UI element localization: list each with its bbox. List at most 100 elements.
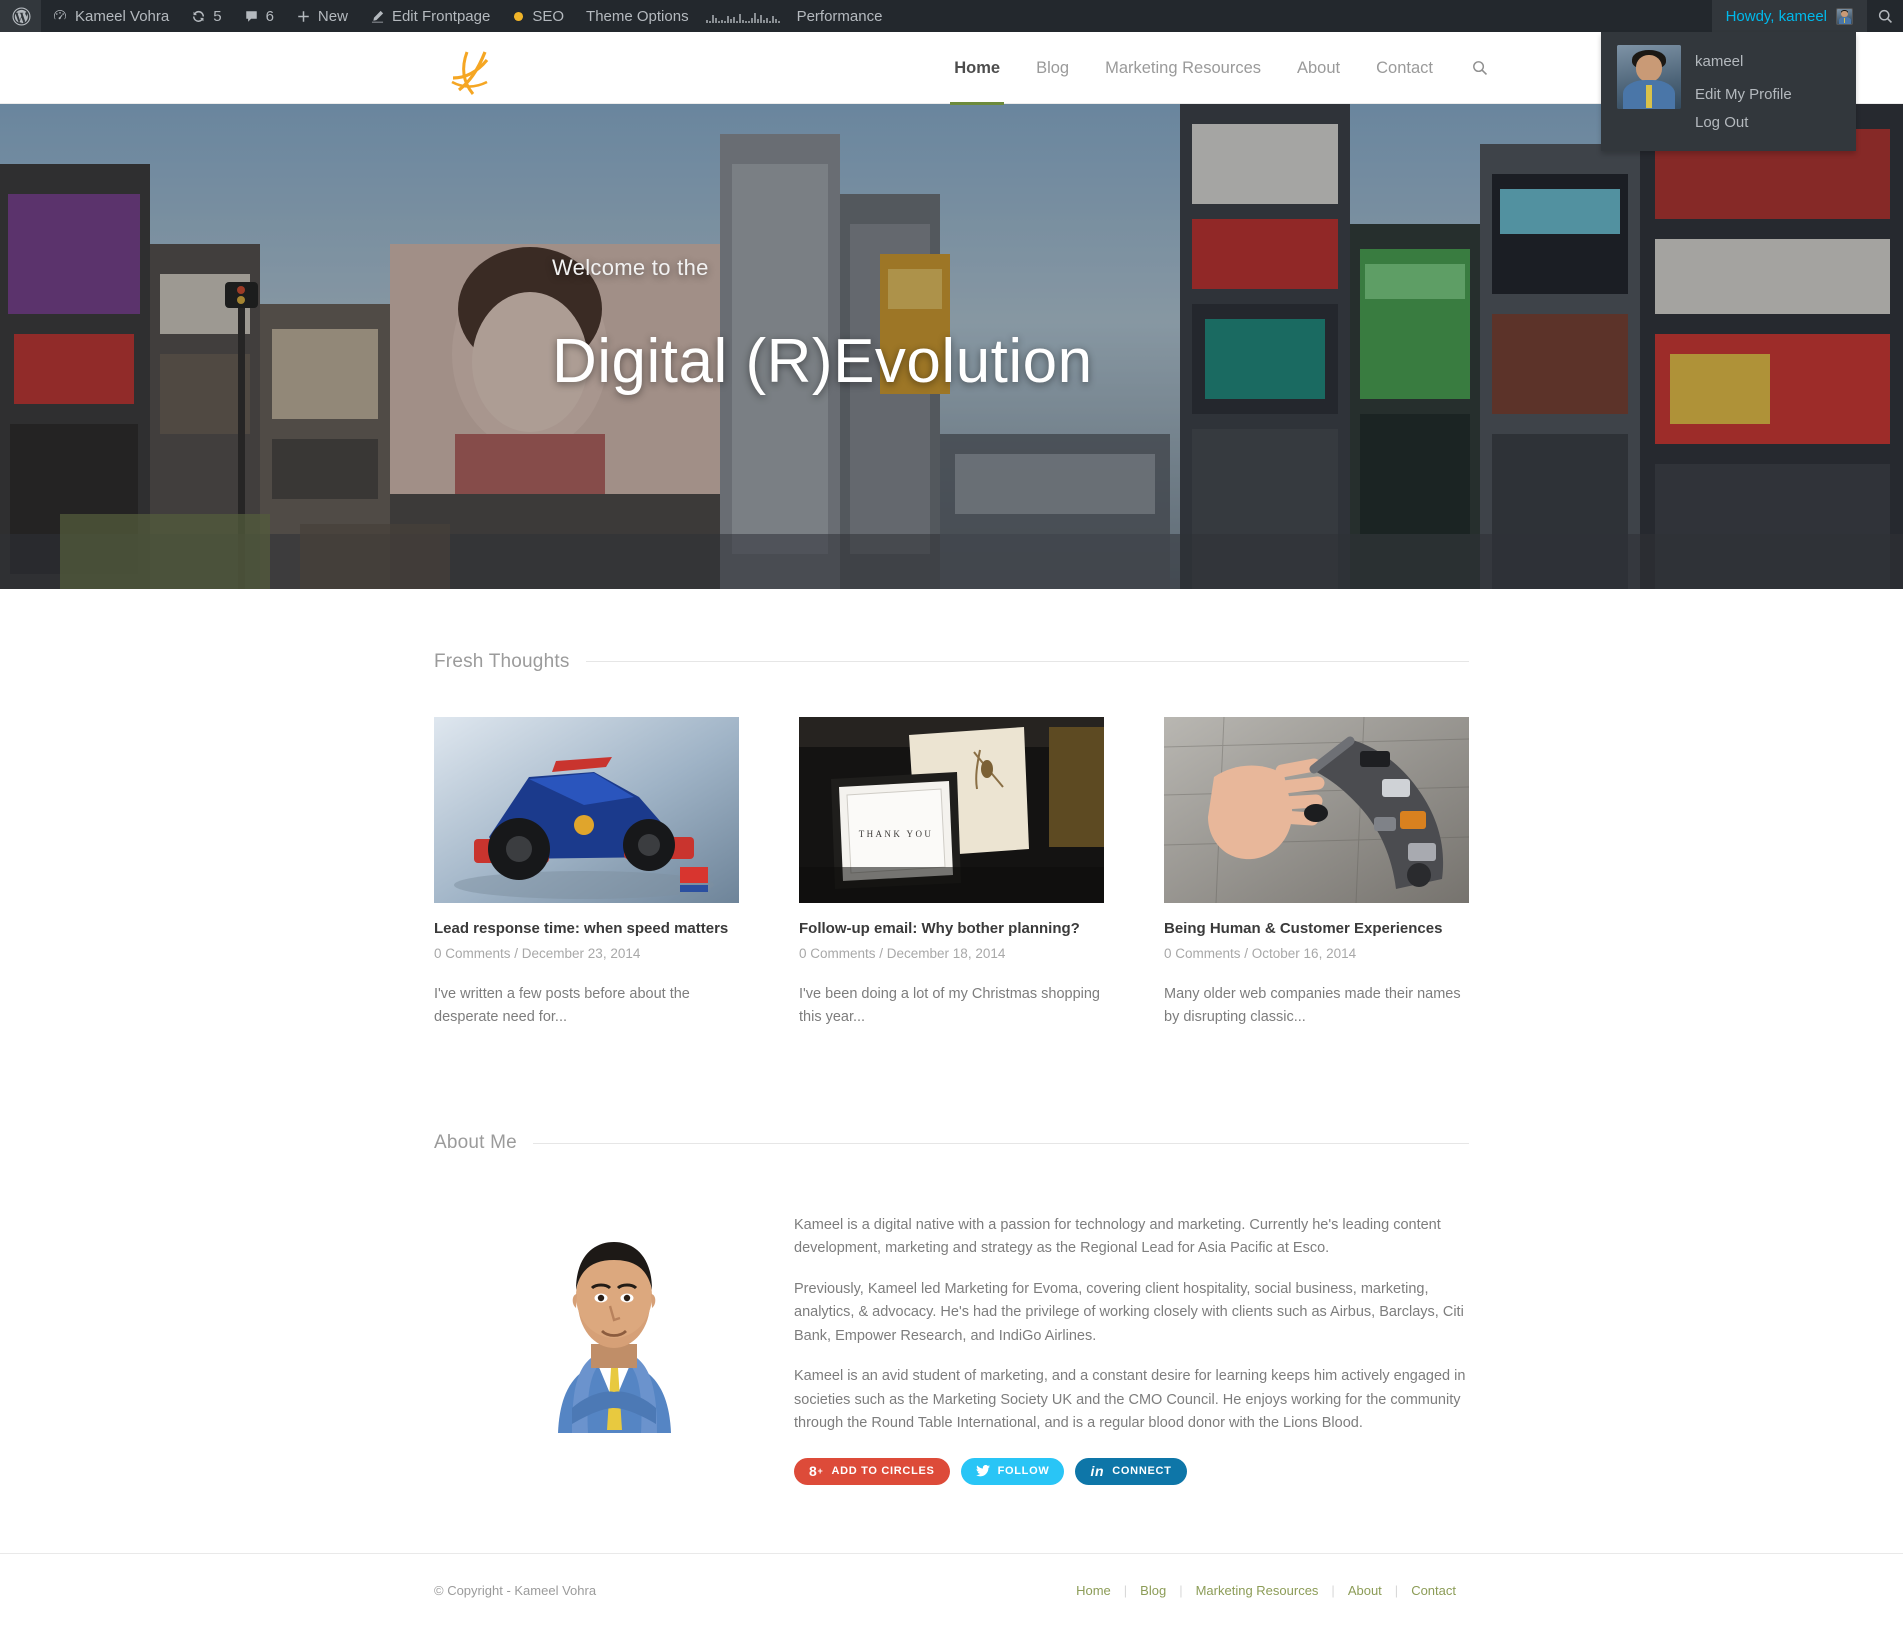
- google-plus-icon: 8 +: [809, 1463, 824, 1480]
- admin-search-button[interactable]: [1867, 0, 1903, 32]
- twitter-follow-button[interactable]: FOLLOW: [960, 1457, 1065, 1485]
- admin-bar-right-group: Howdy, kameel: [1711, 0, 1903, 32]
- post-grid: Lead response time: when speed matters 0…: [434, 716, 1469, 1045]
- comments-menu[interactable]: 6: [233, 0, 285, 32]
- footer-nav-item-blog[interactable]: Blog: [1127, 1583, 1179, 1598]
- log-out-link[interactable]: Log Out: [1695, 109, 1792, 137]
- about-me-heading: About Me: [434, 1116, 1469, 1170]
- about-me-section: About Me Kameel is a digital native with…: [434, 1116, 1469, 1485]
- linkedin-icon: in: [1090, 1463, 1105, 1480]
- fresh-thoughts-section: Fresh Thoughts Lead response time: when …: [434, 635, 1469, 1485]
- primary-navigation: Home Blog Marketing Resources About Cont…: [936, 32, 1503, 105]
- footer-navigation: Home | Blog | Marketing Resources | Abou…: [1063, 1583, 1469, 1598]
- post-thumbnail-human-robot-hands[interactable]: [1164, 716, 1469, 903]
- account-username[interactable]: kameel: [1695, 48, 1792, 76]
- site-name-menu[interactable]: Kameel Vohra: [41, 0, 180, 32]
- nav-item-blog[interactable]: Blog: [1018, 32, 1087, 104]
- fresh-thoughts-heading: Fresh Thoughts: [434, 635, 1469, 689]
- seo-menu[interactable]: SEO: [501, 0, 575, 32]
- google-plus-add-to-circles-button[interactable]: 8 + ADD TO CIRCLES: [794, 1457, 950, 1485]
- post-excerpt: Many older web companies made their name…: [1164, 985, 1461, 1026]
- post-title[interactable]: Being Human & Customer Experiences: [1164, 919, 1469, 939]
- about-paragraph: Previously, Kameel led Marketing for Evo…: [794, 1280, 1464, 1344]
- post-excerpt: I've written a few posts before about th…: [434, 985, 690, 1026]
- edit-frontpage-button[interactable]: Edit Frontpage: [359, 0, 501, 32]
- social-button-label: FOLLOW: [997, 1465, 1050, 1478]
- new-content-label: New: [317, 7, 348, 25]
- copyright-text: © Copyright - Kameel Vohra: [434, 1582, 597, 1598]
- comment-bubble-icon: [244, 9, 259, 24]
- seo-status-dot-icon: [512, 10, 525, 23]
- social-button-label: ADD TO CIRCLES: [831, 1465, 935, 1478]
- post-meta: 0 Comments / October 16, 2014: [1164, 945, 1357, 961]
- thank-you-card-image: THANK YOU: [799, 716, 1104, 903]
- howdy-label: Howdy, kameel: [1725, 7, 1827, 25]
- footer-nav-item-contact[interactable]: Contact: [1398, 1583, 1469, 1598]
- my-account-dropdown: kameel Edit My Profile Log Out: [1601, 32, 1856, 151]
- footer-nav-item-marketing-resources[interactable]: Marketing Resources: [1183, 1583, 1332, 1598]
- new-content-menu[interactable]: New: [285, 0, 359, 32]
- kameel-vohra-portrait-image: [535, 1197, 693, 1433]
- site-search-button[interactable]: [1451, 59, 1503, 77]
- post-card: THANK YOU Follow-up email: Why bother pl…: [799, 716, 1104, 1045]
- svg-text:THANK YOU: THANK YOU: [859, 829, 934, 839]
- comments-count: 6: [265, 7, 274, 25]
- post-card: Lead response time: when speed matters 0…: [434, 716, 739, 1045]
- footer-inner: © Copyright - Kameel Vohra Home | Blog |…: [434, 1583, 1469, 1598]
- edit-frontpage-label: Edit Frontpage: [391, 7, 491, 25]
- social-buttons-row: 8 + ADD TO CIRCLES FOLLOW in CONNECT: [794, 1457, 1469, 1485]
- nav-item-contact[interactable]: Contact: [1358, 32, 1451, 104]
- nav-item-marketing-resources[interactable]: Marketing Resources: [1087, 32, 1279, 104]
- footer-nav-item-home[interactable]: Home: [1063, 1583, 1124, 1598]
- dashboard-icon: [52, 8, 68, 24]
- site-name-label: Kameel Vohra: [75, 7, 170, 25]
- account-links: kameel Edit My Profile Log Out: [1695, 45, 1792, 137]
- about-paragraph: Kameel is a digital native with a passio…: [794, 1216, 1441, 1257]
- theme-options-label: Theme Options: [586, 7, 689, 25]
- my-account-menu[interactable]: Howdy, kameel: [1711, 0, 1867, 32]
- nav-item-about[interactable]: About: [1279, 32, 1358, 104]
- post-title[interactable]: Follow-up email: Why bother planning?: [799, 919, 1104, 939]
- wordpress-icon: [12, 6, 31, 26]
- post-meta: 0 Comments / December 23, 2014: [434, 945, 641, 961]
- site-footer: © Copyright - Kameel Vohra Home | Blog |…: [0, 1552, 1903, 1627]
- footer-nav-item-about[interactable]: About: [1335, 1583, 1395, 1598]
- post-card: Being Human & Customer Experiences 0 Com…: [1164, 716, 1469, 1045]
- hero-content: Welcome to the Digital (R)Evolution: [552, 104, 1093, 589]
- about-paragraph: Kameel is an avid student of marketing, …: [794, 1368, 1466, 1432]
- theme-options-menu[interactable]: Theme Options: [575, 0, 700, 32]
- performance-label: Performance: [796, 7, 883, 25]
- about-text-column: Kameel is a digital native with a passio…: [794, 1198, 1469, 1485]
- author-portrait: [535, 1197, 693, 1433]
- post-excerpt: I've been doing a lot of my Christmas sh…: [799, 985, 1100, 1026]
- post-thumbnail-thank-you-card[interactable]: THANK YOU: [799, 716, 1104, 903]
- about-photo-column: [434, 1197, 794, 1485]
- wordpress-logo-menu[interactable]: [0, 0, 41, 32]
- update-arrows-icon: [191, 9, 206, 24]
- admin-bar-left-group: Kameel Vohra 5 6 New Edit Frontpage SEO …: [0, 0, 893, 32]
- formula-one-car-image: [434, 716, 739, 903]
- linkedin-connect-button[interactable]: in CONNECT: [1075, 1457, 1187, 1485]
- section-title: Fresh Thoughts: [434, 650, 570, 672]
- performance-menu[interactable]: Performance: [786, 0, 894, 32]
- updates-menu[interactable]: 5: [180, 0, 232, 32]
- nav-item-home[interactable]: Home: [936, 32, 1018, 105]
- section-title: About Me: [434, 1132, 517, 1154]
- twitter-bird-icon: [975, 1465, 990, 1477]
- search-icon: [1473, 61, 1488, 76]
- about-me-body: Kameel is a digital native with a passio…: [434, 1197, 1469, 1485]
- post-title[interactable]: Lead response time: when speed matters: [434, 919, 739, 939]
- performance-sparkline-icon: [700, 9, 786, 23]
- edit-my-profile-link[interactable]: Edit My Profile: [1695, 81, 1792, 109]
- hero-subtitle: Welcome to the: [552, 255, 709, 281]
- section-divider: [585, 661, 1469, 663]
- avatar-large: [1617, 45, 1681, 109]
- seo-label: SEO: [532, 7, 565, 25]
- social-button-label: CONNECT: [1112, 1465, 1172, 1478]
- post-meta: 0 Comments / December 18, 2014: [799, 945, 1006, 961]
- pencil-icon: [370, 9, 385, 24]
- human-and-robot-hand-image: [1164, 716, 1469, 903]
- plus-icon: [296, 9, 311, 24]
- wp-admin-bar: Kameel Vohra 5 6 New Edit Frontpage SEO …: [0, 0, 1903, 32]
- post-thumbnail-race-car[interactable]: [434, 716, 739, 903]
